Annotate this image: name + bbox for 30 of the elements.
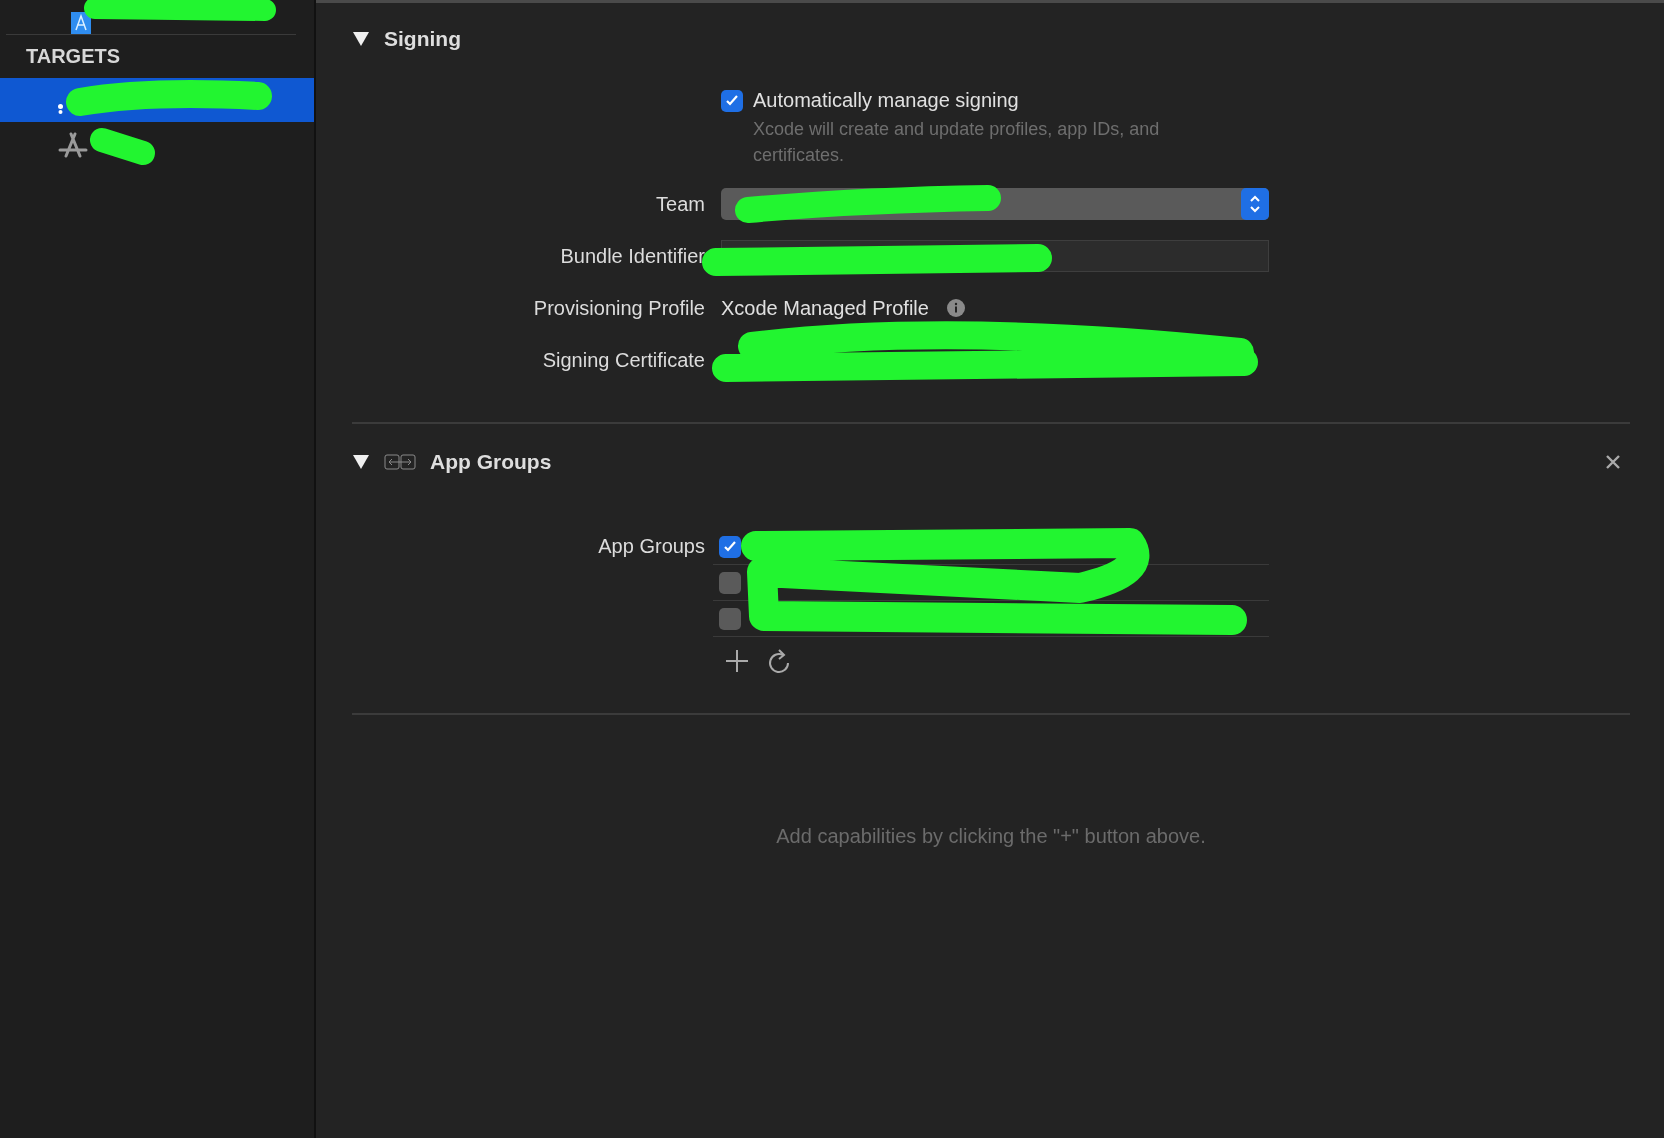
app-store-icon [58,130,88,158]
hint-text: Xcode will create and update profiles, app IDs, and certificates. [753,118,1161,167]
checkbox[interactable] [719,607,741,630]
section-title: App Groups [430,450,552,474]
section-title: Signing [384,27,461,51]
checkbox[interactable] [719,571,741,594]
field-label: App Groups [598,534,705,558]
field-value: Xcode Managed Profile [721,296,929,320]
disclosure-triangle-icon[interactable] [352,454,370,470]
redaction-mark [90,128,155,165]
field-label: Bundle Identifier [560,244,705,268]
field-label: Team [656,192,705,216]
checkmark-icon [724,541,736,552]
section-header: TARGETS [25,44,122,69]
field-label: Signing Certificate [542,348,705,372]
field-label: Provisioning Profile [533,296,705,320]
close-button[interactable] [1606,455,1620,469]
app-groups-icon [384,454,416,470]
checkbox[interactable] [719,535,741,558]
stepper-icon [1248,193,1262,215]
empty-message: Add capabilities by clicking the "+" button above. [775,825,1207,848]
refresh-icon[interactable] [767,649,791,675]
app-icon [58,104,63,114]
checkbox[interactable] [721,89,743,112]
add-icon[interactable] [725,649,749,675]
disclosure-triangle-icon[interactable] [352,31,370,47]
checkmark-icon [726,95,738,106]
info-icon[interactable] [946,299,965,317]
checkbox-label: Automatically manage signing [753,89,1019,112]
app-icon [70,12,92,34]
